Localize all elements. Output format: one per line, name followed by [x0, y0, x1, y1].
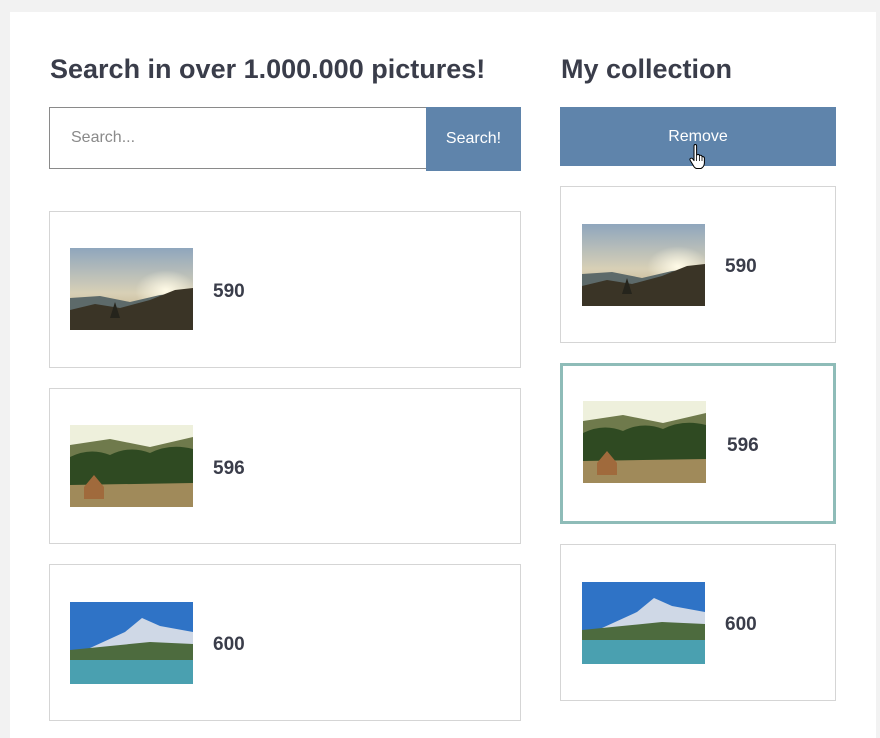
collection-number: 590 [725, 256, 757, 277]
result-number: 590 [213, 281, 245, 302]
search-button[interactable]: Search! [426, 107, 521, 171]
search-result-card[interactable]: 600 [49, 564, 521, 721]
search-box [49, 107, 426, 169]
collection-item-card[interactable]: 590 [560, 186, 836, 343]
result-thumbnail [70, 602, 193, 684]
result-thumbnail [70, 248, 193, 330]
collection-item-card[interactable]: 600 [560, 544, 836, 701]
collection-thumbnail [583, 401, 706, 483]
mountain-lake-image [70, 602, 193, 684]
result-number: 600 [213, 634, 245, 655]
cabin-forest-image [583, 401, 706, 483]
search-input[interactable] [50, 108, 426, 168]
result-thumbnail [70, 425, 193, 507]
search-result-card[interactable]: 596 [49, 388, 521, 544]
collection-thumbnail [582, 224, 705, 306]
main-panel: Search in over 1.000.000 pictures! My co… [10, 12, 876, 738]
hand-pointer-icon [689, 144, 705, 169]
search-heading: Search in over 1.000.000 pictures! [50, 54, 486, 84]
collection-item-card-selected[interactable]: 596 [560, 363, 836, 524]
mountain-lake-image [582, 582, 705, 664]
collection-number: 600 [725, 614, 757, 635]
result-number: 596 [213, 458, 245, 479]
collection-thumbnail [582, 582, 705, 664]
cabin-forest-image [70, 425, 193, 507]
sunset-valley-image [70, 248, 193, 330]
collection-heading: My collection [561, 54, 733, 84]
sunset-valley-image [582, 224, 705, 306]
collection-number: 596 [727, 435, 759, 456]
search-result-card[interactable]: 590 [49, 211, 521, 368]
